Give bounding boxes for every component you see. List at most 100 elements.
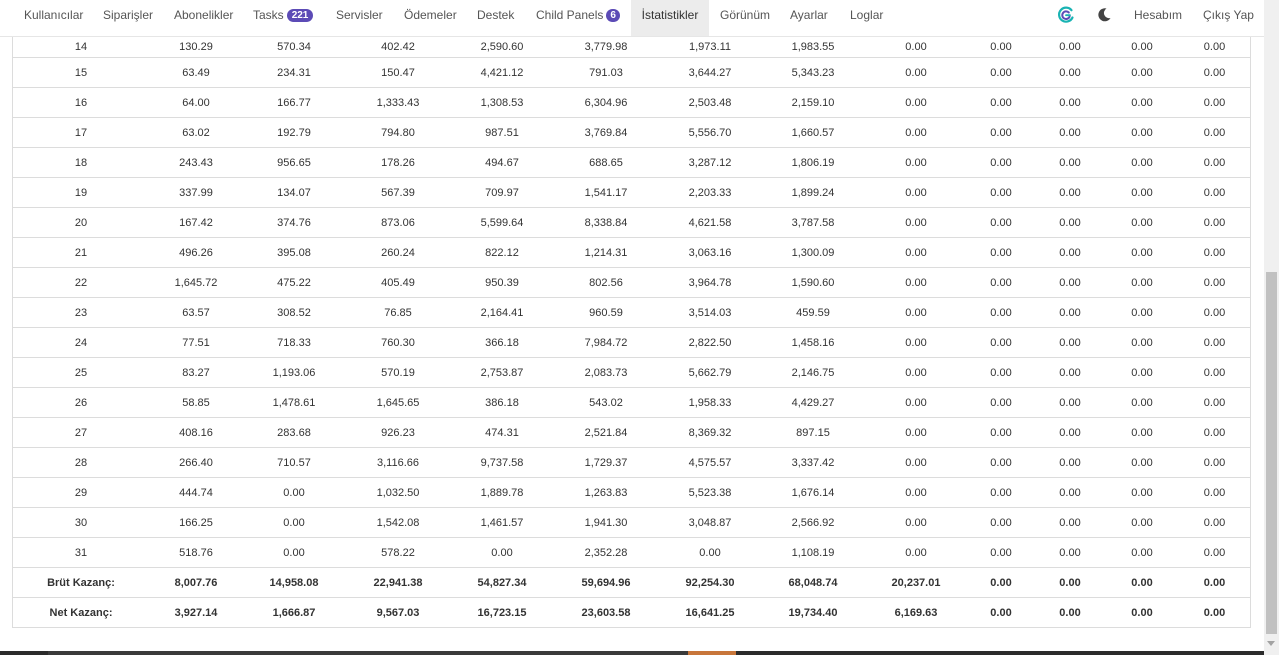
value-cell: 0.00 bbox=[968, 237, 1034, 268]
value-cell: 0.00 bbox=[1034, 387, 1106, 418]
value-cell: 150.47 bbox=[346, 57, 450, 88]
nav-item-label: Abonelikler bbox=[174, 8, 234, 22]
day-cell: 21 bbox=[12, 237, 150, 268]
value-cell: 64.00 bbox=[150, 87, 242, 118]
day-cell: 31 bbox=[12, 537, 150, 568]
nav-item-label: Kullanıcılar bbox=[24, 8, 84, 22]
total-value-cell: 59,694.96 bbox=[554, 567, 658, 598]
value-cell: 1,889.78 bbox=[450, 477, 554, 508]
nav-item-label: Servisler bbox=[336, 8, 383, 22]
value-cell: 1,458.16 bbox=[762, 327, 864, 358]
value-cell: 718.33 bbox=[242, 327, 346, 358]
value-cell: 0.00 bbox=[864, 207, 968, 238]
value-cell: 0.00 bbox=[1034, 327, 1106, 358]
value-cell: 494.67 bbox=[450, 147, 554, 178]
value-cell: 794.80 bbox=[346, 117, 450, 148]
nav-item-abonelikler[interactable]: Abonelikler bbox=[174, 0, 233, 31]
day-cell: 17 bbox=[12, 117, 150, 148]
total-value-cell: 8,007.76 bbox=[150, 567, 242, 598]
value-cell: 0.00 bbox=[1034, 207, 1106, 238]
value-cell: 496.26 bbox=[150, 237, 242, 268]
value-cell: 3,337.42 bbox=[762, 447, 864, 478]
value-cell: 0.00 bbox=[1034, 57, 1106, 88]
statistics-table-container: 14 130.29 570.34 402.42 2,590.60 3,779.98 1,97… bbox=[12, 36, 1251, 628]
nav-item-odemeler[interactable]: Ödemeler bbox=[404, 0, 457, 31]
value-cell: 63.49 bbox=[150, 57, 242, 88]
nav-item-destek[interactable]: Destek bbox=[477, 0, 514, 31]
nav-item-ayarlar[interactable]: Ayarlar bbox=[790, 0, 828, 31]
moon-icon[interactable] bbox=[1096, 7, 1112, 23]
total-label-cell: Net Kazanç: bbox=[12, 597, 150, 628]
nav-item-child-panels[interactable]: Child Panels 6 bbox=[536, 0, 620, 31]
value-cell: 58.85 bbox=[150, 387, 242, 418]
total-value-cell: 6,169.63 bbox=[864, 597, 968, 628]
nav-item-label: Ayarlar bbox=[790, 8, 828, 22]
value-cell: 578.22 bbox=[346, 537, 450, 568]
value-cell: 166.25 bbox=[150, 507, 242, 538]
brand-logo-icon[interactable] bbox=[1057, 6, 1075, 24]
nav-item-kullanicilar[interactable]: Kullanıcılar bbox=[24, 0, 83, 31]
value-cell: 1,478.61 bbox=[242, 387, 346, 418]
account-label: Hesabım bbox=[1134, 8, 1183, 22]
value-cell: 960.59 bbox=[554, 297, 658, 328]
value-cell: 987.51 bbox=[450, 117, 554, 148]
value-cell: 459.59 bbox=[762, 297, 864, 328]
value-cell: 134.07 bbox=[242, 177, 346, 208]
nav-item-istatistikler[interactable]: İstatistikler bbox=[631, 0, 709, 36]
scrollbar-thumb[interactable] bbox=[1266, 272, 1277, 634]
value-cell: 2,083.73 bbox=[554, 357, 658, 388]
value-cell: 3,964.78 bbox=[658, 267, 762, 298]
value-cell: 1,263.83 bbox=[554, 477, 658, 508]
value-cell: 3,769.84 bbox=[554, 117, 658, 148]
value-cell: 7,984.72 bbox=[554, 327, 658, 358]
value-cell: 2,503.48 bbox=[658, 87, 762, 118]
value-cell: 0.00 bbox=[968, 507, 1034, 538]
scroll-down-arrow-icon[interactable] bbox=[1267, 641, 1275, 646]
day-cell: 23 bbox=[12, 297, 150, 328]
value-cell: 0.00 bbox=[1034, 147, 1106, 178]
account-link[interactable]: Hesabım bbox=[1134, 0, 1182, 31]
value-cell: 0.00 bbox=[1106, 147, 1178, 178]
page-scrollbar[interactable] bbox=[1264, 0, 1279, 655]
total-value-cell: 0.00 bbox=[1106, 567, 1178, 598]
value-cell: 1,542.08 bbox=[346, 507, 450, 538]
value-cell: 63.02 bbox=[150, 117, 242, 148]
value-cell: 0.00 bbox=[1178, 477, 1251, 508]
net-earnings-row: Net Kazanç: 3,927.14 1,666.87 9,567.03 16,72… bbox=[12, 597, 1251, 628]
nav-item-servisler[interactable]: Servisler bbox=[336, 0, 383, 31]
nav-item-tasks[interactable]: Tasks 221 bbox=[253, 0, 314, 31]
value-cell: 3,116.66 bbox=[346, 447, 450, 478]
value-cell: 1,214.31 bbox=[554, 237, 658, 268]
value-cell: 474.31 bbox=[450, 417, 554, 448]
value-cell: 0.00 bbox=[1178, 87, 1251, 118]
nav-item-siparisler[interactable]: Siparişler bbox=[103, 0, 153, 31]
value-cell: 0.00 bbox=[1106, 537, 1178, 568]
value-cell: 0.00 bbox=[658, 537, 762, 568]
total-value-cell: 68,048.74 bbox=[762, 567, 864, 598]
value-cell: 0.00 bbox=[968, 87, 1034, 118]
logout-link[interactable]: Çıkış Yap bbox=[1203, 0, 1254, 31]
value-cell: 0.00 bbox=[1178, 237, 1251, 268]
value-cell: 8,369.32 bbox=[658, 417, 762, 448]
value-cell: 0.00 bbox=[1178, 537, 1251, 568]
nav-item-label: Görünüm bbox=[720, 8, 771, 22]
day-cell: 22 bbox=[12, 267, 150, 298]
nav-item-loglar[interactable]: Loglar bbox=[850, 0, 883, 31]
value-cell: 1,032.50 bbox=[346, 477, 450, 508]
value-cell: 0.00 bbox=[968, 417, 1034, 448]
table-row: 24 77.51 718.33 760.30 366.18 7,984.72 2,822.5… bbox=[12, 327, 1251, 358]
value-cell: 2,159.10 bbox=[762, 87, 864, 118]
value-cell: 0.00 bbox=[1106, 477, 1178, 508]
total-label-cell: Brüt Kazanç: bbox=[12, 567, 150, 598]
total-value-cell: 0.00 bbox=[1034, 597, 1106, 628]
value-cell: 8,338.84 bbox=[554, 207, 658, 238]
value-cell: 0.00 bbox=[864, 117, 968, 148]
value-cell: 4,421.12 bbox=[450, 57, 554, 88]
value-cell: 178.26 bbox=[346, 147, 450, 178]
nav-item-gorunum[interactable]: Görünüm bbox=[720, 0, 770, 31]
value-cell: 2,352.28 bbox=[554, 537, 658, 568]
day-cell: 29 bbox=[12, 477, 150, 508]
table-row: 21 496.26 395.08 260.24 822.12 1,214.31 3,063.… bbox=[12, 237, 1251, 268]
value-cell: 1,676.14 bbox=[762, 477, 864, 508]
value-cell: 897.15 bbox=[762, 417, 864, 448]
